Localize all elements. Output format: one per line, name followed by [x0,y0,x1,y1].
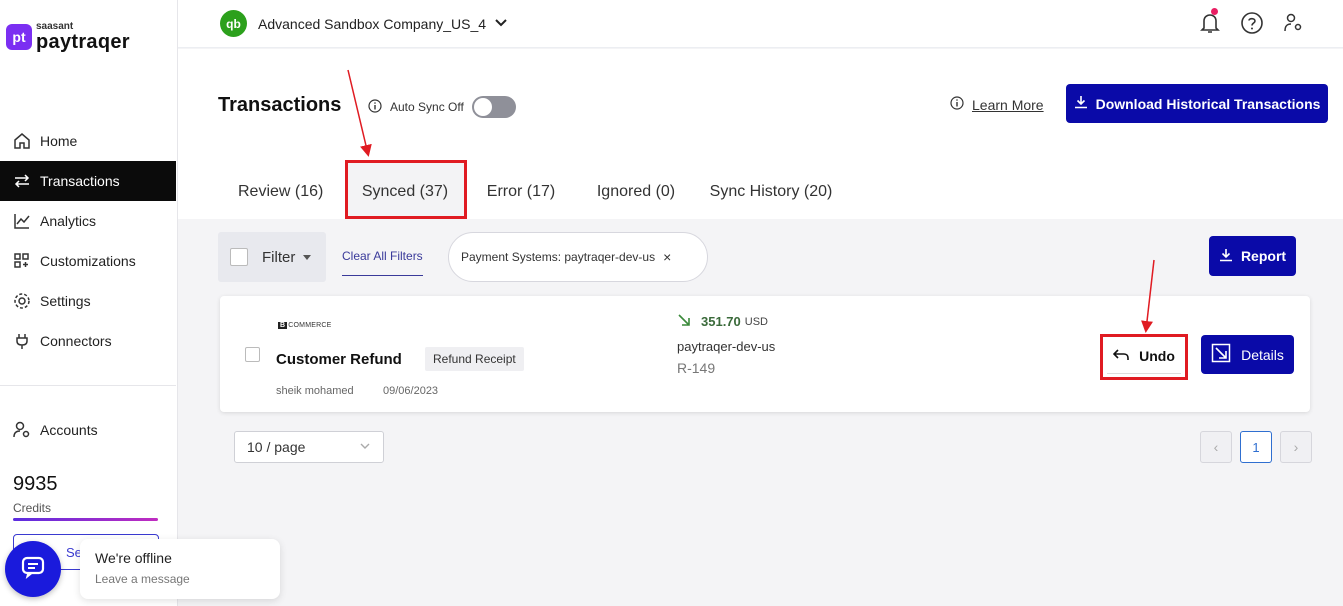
caret-down-icon [303,254,312,260]
tab-review[interactable]: Review (16) [218,167,344,217]
page-header: Transactions Auto Sync Off Learn More Do… [178,49,1343,219]
transaction-amount: 351.70 USD [677,313,768,330]
sidebar-item-label: Transactions [40,173,120,189]
download-historical-button[interactable]: Download Historical Transactions [1066,84,1328,123]
transaction-date: 09/06/2023 [383,385,439,397]
download-icon [1074,95,1088,112]
chat-button[interactable] [5,541,61,597]
user-gear-icon [12,420,32,440]
sidebar-item-transactions[interactable]: Transactions [0,161,176,201]
sidebar-item-customizations[interactable]: Customizations [0,241,176,281]
filter-label: Filter [262,248,296,266]
tab-ignored[interactable]: Ignored (0) [576,167,696,217]
next-page-button[interactable]: › [1280,431,1312,463]
sidebar-item-settings[interactable]: Settings [0,281,176,321]
sidebar-item-label: Connectors [40,333,112,349]
credits-label: Credits [13,501,52,515]
page-size-select[interactable]: 10 / page [234,431,384,463]
arrows-icon [12,171,32,191]
sidebar-item-label: Home [40,133,78,149]
plug-icon [12,331,32,351]
company-name[interactable]: Advanced Sandbox Company_US_4 [258,16,486,32]
auto-sync-label: Auto Sync Off [390,100,464,114]
chat-subtitle: Leave a message [95,572,190,586]
grid-icon [12,251,32,271]
transaction-title: Customer Refund [276,351,402,368]
undo-highlight: Undo [1100,334,1188,380]
auto-sync-toggle[interactable] [471,96,516,118]
info-icon [950,96,964,113]
download-icon [1219,248,1233,265]
info-icon [368,98,382,116]
tab-sync-history[interactable]: Sync History (20) [696,167,846,217]
transaction-user: sheik mohamed [276,385,354,397]
user-settings-icon[interactable] [1281,10,1307,36]
amount-currency: USD [744,315,768,328]
notification-dot [1211,8,1218,15]
transaction-ref: R-149 [677,360,716,376]
report-label: Report [1240,248,1287,264]
page-title: Transactions [218,94,342,116]
tabs: Review (16) Synced (37) Error (17) Ignor… [218,167,846,217]
current-page-button[interactable]: 1 [1240,431,1272,463]
arrow-down-right-icon [677,313,691,330]
sidebar: pt saasant paytraqer Home Transactions A… [0,0,178,606]
chat-popup[interactable]: We're offline Leave a message [80,539,280,599]
open-details-icon [1211,343,1231,366]
details-button[interactable]: Details [1201,335,1294,374]
sidebar-nav: Home Transactions Analytics Customizatio… [0,121,176,361]
tab-error[interactable]: Error (17) [466,167,576,217]
undo-label: Undo [1139,348,1175,364]
sidebar-item-label: Analytics [40,213,97,229]
sidebar-item-accounts[interactable]: Accounts [0,410,176,450]
bigcommerce-logo: B COMMERCE [278,322,332,329]
transaction-type-badge: Refund Receipt [425,347,524,371]
amount-value: 351.70 [701,314,741,329]
brand-name: paytraqer [36,31,130,53]
chat-title: We're offline [95,550,172,566]
brand-mark: pt [6,24,32,50]
help-icon[interactable] [1239,10,1265,36]
quickbooks-logo: qb [220,10,247,37]
credits-bar [13,518,158,521]
chat-icon [20,554,46,585]
chevron-down-icon [359,439,371,455]
payment-system: paytraqer-dev-us [677,339,776,354]
prev-page-button[interactable]: ‹ [1200,431,1232,463]
gear-icon [12,291,32,311]
tab-synced[interactable]: Synced (37) [344,167,466,217]
page-size-value: 10 / page [247,439,306,455]
brand-logo[interactable]: pt saasant paytraqer [6,22,130,52]
credits-value: 9935 [13,473,58,495]
clear-all-filters-link[interactable]: Clear All Filters [342,249,423,276]
sidebar-item-label: Accounts [40,422,98,438]
transaction-card: B COMMERCE Customer Refund Refund Receipt… [220,296,1310,412]
top-bar: qb Advanced Sandbox Company_US_4 [178,0,1343,48]
sidebar-divider [0,385,176,386]
download-historical-label: Download Historical Transactions [1095,95,1321,112]
undo-button[interactable]: Undo [1107,339,1181,374]
filter-chip-label: Payment Systems: paytraqer-dev-us [461,250,656,264]
bell-icon[interactable] [1197,8,1223,36]
filter-chip: Payment Systems: paytraqer-dev-us × [448,232,708,282]
sidebar-item-label: Customizations [40,253,136,269]
report-button[interactable]: Report [1209,236,1296,276]
details-label: Details [1241,346,1284,363]
filter-control[interactable]: Filter [218,232,326,282]
row-checkbox[interactable] [245,347,260,362]
learn-more-label[interactable]: Learn More [972,97,1044,113]
undo-icon [1112,348,1129,365]
sidebar-item-connectors[interactable]: Connectors [0,321,176,361]
home-icon [12,131,32,151]
sidebar-item-analytics[interactable]: Analytics [0,201,176,241]
close-icon[interactable]: × [663,249,671,265]
chart-icon [12,211,32,231]
select-all-checkbox[interactable] [230,248,248,266]
auto-sync: Auto Sync Off [368,96,516,118]
chevron-down-icon[interactable] [494,14,508,35]
sidebar-item-home[interactable]: Home [0,121,176,161]
learn-more-link[interactable]: Learn More [950,96,1044,113]
sidebar-item-label: Settings [40,293,91,309]
